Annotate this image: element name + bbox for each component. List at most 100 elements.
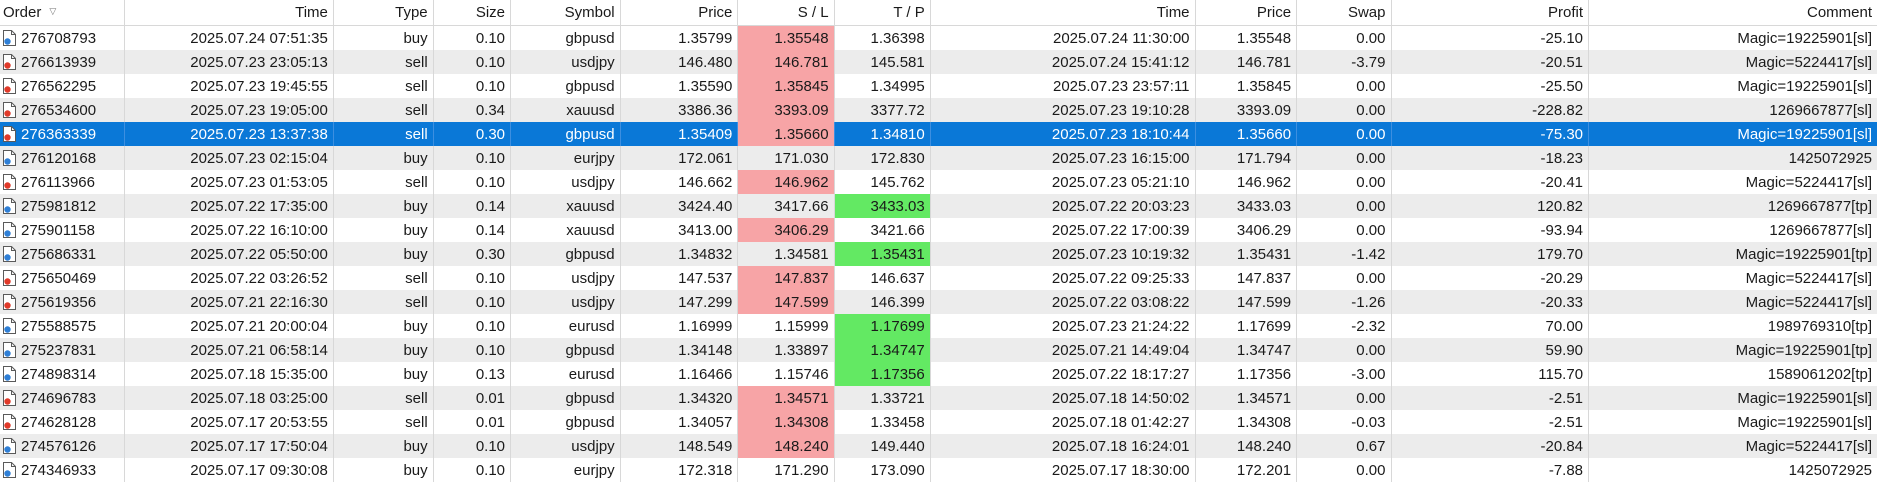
cell-swap: -1.42 bbox=[1297, 242, 1392, 266]
cell-open-time: 2025.07.17 09:30:08 bbox=[125, 458, 334, 482]
column-header-size[interactable]: Size bbox=[434, 0, 512, 25]
buy-order-document-icon bbox=[3, 150, 16, 166]
cell-swap: -1.26 bbox=[1297, 290, 1392, 314]
cell-order: 275981812 bbox=[0, 194, 125, 218]
column-header-sl[interactable]: S / L bbox=[738, 0, 835, 25]
cell-symbol: gbpusd bbox=[511, 74, 621, 98]
table-row[interactable]: 274898314 2025.07.18 15:35:00 buy 0.13 eurus… bbox=[0, 362, 1877, 386]
cell-open-price: 1.16466 bbox=[621, 362, 739, 386]
table-row[interactable]: 275237831 2025.07.21 06:58:14 buy 0.10 gbpus… bbox=[0, 338, 1877, 362]
cell-comment: Magic=5224417[sl] bbox=[1745, 293, 1873, 311]
cell-take-profit: 1.34810 bbox=[835, 122, 931, 146]
cell-swap: -3.79 bbox=[1297, 50, 1392, 74]
cell-order: 275650469 bbox=[0, 266, 125, 290]
column-header-close-price[interactable]: Price bbox=[1196, 0, 1298, 25]
column-header-time[interactable]: Time bbox=[125, 0, 334, 25]
sell-order-document-icon bbox=[3, 102, 16, 118]
cell-size: 0.10 bbox=[434, 146, 512, 170]
cell-close-time: 2025.07.23 19:10:28 bbox=[931, 98, 1196, 122]
sort-descending-icon: ▽ bbox=[49, 6, 57, 16]
table-row[interactable]: 276120168 2025.07.23 02:15:04 buy 0.10 eurjp… bbox=[0, 146, 1877, 170]
cell-order: 274576126 bbox=[0, 434, 125, 458]
cell-open-price: 1.35409 bbox=[621, 122, 739, 146]
column-header-tp[interactable]: T / P bbox=[835, 0, 931, 25]
table-row[interactable]: 276613939 2025.07.23 23:05:13 sell 0.10 usdj… bbox=[0, 50, 1877, 74]
column-header-comment[interactable]: Comment bbox=[1589, 0, 1877, 25]
cell-comment: Magic=5224417[sl] bbox=[1745, 437, 1873, 455]
buy-order-document-icon bbox=[3, 318, 16, 334]
cell-swap: 0.00 bbox=[1297, 26, 1392, 50]
cell-profit: -20.41 bbox=[1392, 170, 1590, 194]
cell-size: 0.10 bbox=[434, 26, 512, 50]
cell-stop-loss: 146.962 bbox=[738, 170, 835, 194]
cell-size: 0.34 bbox=[434, 98, 512, 122]
table-row[interactable]: 274346933 2025.07.17 09:30:08 buy 0.10 eurjp… bbox=[0, 458, 1877, 482]
cell-profit: -20.33 bbox=[1392, 290, 1590, 314]
table-row[interactable]: 274696783 2025.07.18 03:25:00 sell 0.01 gbpu… bbox=[0, 386, 1877, 410]
cell-open-price: 1.16999 bbox=[621, 314, 739, 338]
cell-profit: 59.90 bbox=[1392, 338, 1590, 362]
cell-take-profit: 146.637 bbox=[835, 266, 931, 290]
column-header-close-time[interactable]: Time bbox=[931, 0, 1196, 25]
cell-close-time: 2025.07.24 15:41:12 bbox=[931, 50, 1196, 74]
cell-comment: Magic=19225901[sl] bbox=[1737, 389, 1873, 407]
table-row[interactable]: 274576126 2025.07.17 17:50:04 buy 0.10 usdjp… bbox=[0, 434, 1877, 458]
order-number: 275588575 bbox=[21, 317, 97, 335]
cell-profit: -20.51 bbox=[1392, 50, 1590, 74]
cell-order: 274346933 bbox=[0, 458, 125, 482]
cell-order: 275237831 bbox=[0, 338, 125, 362]
table-row[interactable]: 275981812 2025.07.22 17:35:00 buy 0.14 xauus… bbox=[0, 194, 1877, 218]
cell-open-time: 2025.07.23 01:53:05 bbox=[125, 170, 334, 194]
table-row[interactable]: 275588575 2025.07.21 20:00:04 buy 0.10 eurus… bbox=[0, 314, 1877, 338]
cell-stop-loss: 3406.29 bbox=[738, 218, 835, 242]
cell-symbol: usdjpy bbox=[511, 170, 621, 194]
cell-size: 0.10 bbox=[434, 338, 512, 362]
cell-close-time: 2025.07.23 18:10:44 bbox=[931, 122, 1196, 146]
cell-profit: 70.00 bbox=[1392, 314, 1590, 338]
cell-open-time: 2025.07.23 19:05:00 bbox=[125, 98, 334, 122]
table-row[interactable]: 275686331 2025.07.22 05:50:00 buy 0.30 gbpus… bbox=[0, 242, 1877, 266]
cell-close-price: 1.35845 bbox=[1196, 74, 1298, 98]
cell-symbol: usdjpy bbox=[511, 50, 621, 74]
cell-size: 0.10 bbox=[434, 266, 512, 290]
column-header-symbol[interactable]: Symbol bbox=[511, 0, 621, 25]
order-number: 275237831 bbox=[21, 341, 97, 359]
table-row[interactable]: 275619356 2025.07.21 22:16:30 sell 0.10 usdj… bbox=[0, 290, 1877, 314]
cell-open-time: 2025.07.17 17:50:04 bbox=[125, 434, 334, 458]
cell-close-time: 2025.07.22 03:08:22 bbox=[931, 290, 1196, 314]
cell-open-time: 2025.07.23 02:15:04 bbox=[125, 146, 334, 170]
cell-type: sell bbox=[334, 266, 434, 290]
table-row[interactable]: 276113966 2025.07.23 01:53:05 sell 0.10 usdj… bbox=[0, 170, 1877, 194]
table-row[interactable]: 275650469 2025.07.22 03:26:52 sell 0.10 usdj… bbox=[0, 266, 1877, 290]
cell-close-price: 146.962 bbox=[1196, 170, 1298, 194]
cell-open-time: 2025.07.17 20:53:55 bbox=[125, 410, 334, 434]
cell-open-time: 2025.07.21 22:16:30 bbox=[125, 290, 334, 314]
table-row[interactable]: 276363339 2025.07.23 13:37:38 sell 0.30 gbpu… bbox=[0, 122, 1877, 146]
buy-order-document-icon bbox=[3, 246, 16, 262]
cell-close-price: 1.17699 bbox=[1196, 314, 1298, 338]
column-header-price[interactable]: Price bbox=[621, 0, 739, 25]
order-number: 275619356 bbox=[21, 293, 97, 311]
table-row[interactable]: 276562295 2025.07.23 19:45:55 sell 0.10 gbpu… bbox=[0, 74, 1877, 98]
column-header-order[interactable]: Order ▽ bbox=[0, 0, 125, 25]
cell-take-profit: 173.090 bbox=[835, 458, 931, 482]
column-header-swap[interactable]: Swap bbox=[1297, 0, 1392, 25]
cell-take-profit: 3377.72 bbox=[835, 98, 931, 122]
order-number: 274576126 bbox=[21, 437, 97, 455]
table-row[interactable]: 276708793 2025.07.24 07:51:35 buy 0.10 gbpus… bbox=[0, 26, 1877, 50]
column-header-order-label: Order bbox=[3, 4, 42, 21]
column-header-profit[interactable]: Profit bbox=[1392, 0, 1590, 25]
cell-stop-loss: 1.15999 bbox=[738, 314, 835, 338]
table-row[interactable]: 274628128 2025.07.17 20:53:55 sell 0.01 gbpu… bbox=[0, 410, 1877, 434]
cell-type: sell bbox=[334, 74, 434, 98]
column-header-type[interactable]: Type bbox=[334, 0, 434, 25]
table-row[interactable]: 275901158 2025.07.22 16:10:00 buy 0.14 xauus… bbox=[0, 218, 1877, 242]
cell-order: 276708793 bbox=[0, 26, 125, 50]
cell-swap: 0.00 bbox=[1297, 122, 1392, 146]
table-row[interactable]: 276534600 2025.07.23 19:05:00 sell 0.34 xauu… bbox=[0, 98, 1877, 122]
cell-open-price: 146.662 bbox=[621, 170, 739, 194]
cell-stop-loss: 171.030 bbox=[738, 146, 835, 170]
cell-size: 0.13 bbox=[434, 362, 512, 386]
cell-open-time: 2025.07.23 19:45:55 bbox=[125, 74, 334, 98]
cell-symbol: usdjpy bbox=[511, 290, 621, 314]
